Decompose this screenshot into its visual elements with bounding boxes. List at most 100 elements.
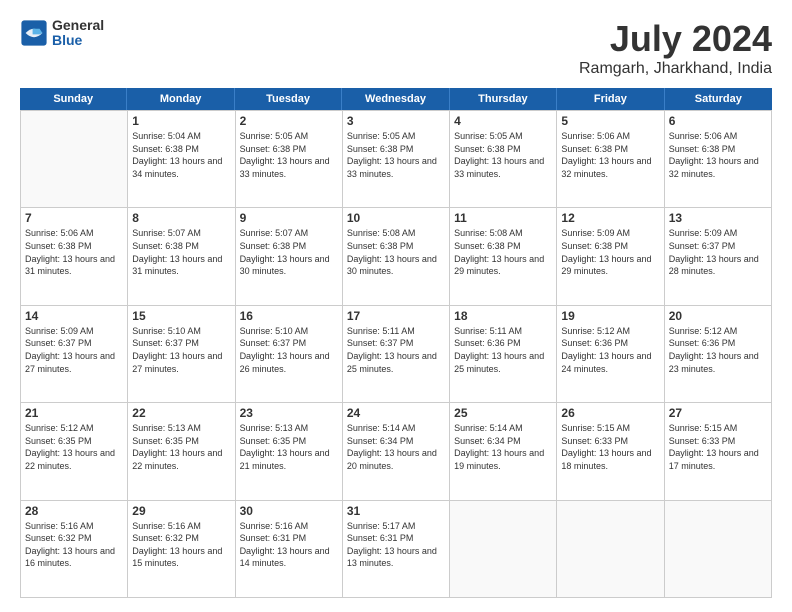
logo-icon [20,19,48,47]
cell-day-number: 14 [25,309,123,323]
cal-cell [450,501,557,598]
cell-info: Sunrise: 5:05 AMSunset: 6:38 PMDaylight:… [347,130,445,180]
cell-info: Sunrise: 5:08 AMSunset: 6:38 PMDaylight:… [454,227,552,277]
cell-info: Sunrise: 5:05 AMSunset: 6:38 PMDaylight:… [454,130,552,180]
logo-text: General Blue [52,18,104,49]
cell-day-number: 1 [132,114,230,128]
cell-day-number: 7 [25,211,123,225]
calendar-body: 1Sunrise: 5:04 AMSunset: 6:38 PMDaylight… [20,110,772,598]
cell-day-number: 20 [669,309,767,323]
cell-info: Sunrise: 5:09 AMSunset: 6:38 PMDaylight:… [561,227,659,277]
cell-info: Sunrise: 5:09 AMSunset: 6:37 PMDaylight:… [669,227,767,277]
cell-info: Sunrise: 5:13 AMSunset: 6:35 PMDaylight:… [132,422,230,472]
header-day-tuesday: Tuesday [235,88,342,110]
title-month: July 2024 [579,18,772,60]
cal-cell: 25Sunrise: 5:14 AMSunset: 6:34 PMDayligh… [450,403,557,500]
cal-cell: 28 Sunrise: 5:16 AMSunset: 6:32 PMDayligh… [21,501,128,598]
cal-cell: 23Sunrise: 5:13 AMSunset: 6:35 PMDayligh… [236,403,343,500]
cal-cell [557,501,664,598]
cell-info: Sunrise: 5:07 AMSunset: 6:38 PMDaylight:… [240,227,338,277]
cell-day-number: 13 [669,211,767,225]
cell-info: Sunrise: 5:07 AMSunset: 6:38 PMDaylight:… [132,227,230,277]
header-day-monday: Monday [127,88,234,110]
cell-day-number: 29 [132,504,230,518]
cell-info: Sunrise: 5:06 AMSunset: 6:38 PMDaylight:… [25,227,123,277]
cell-day-number: 3 [347,114,445,128]
cell-info: Sunrise: 5:06 AMSunset: 6:38 PMDaylight:… [561,130,659,180]
cal-cell: 14 Sunrise: 5:09 AMSunset: 6:37 PMDayligh… [21,306,128,403]
cal-cell: 13 Sunrise: 5:09 AMSunset: 6:37 PMDayligh… [665,208,772,305]
cal-cell: 3 Sunrise: 5:05 AMSunset: 6:38 PMDaylight… [343,111,450,208]
cell-info: Sunrise: 5:14 AMSunset: 6:34 PMDaylight:… [454,422,552,472]
title-location: Ramgarh, Jharkhand, India [579,60,772,78]
cell-day-number: 19 [561,309,659,323]
cell-info: Sunrise: 5:15 AMSunset: 6:33 PMDaylight:… [561,422,659,472]
cal-cell: 2 Sunrise: 5:05 AMSunset: 6:38 PMDaylight… [236,111,343,208]
cal-cell [665,501,772,598]
cell-day-number: 16 [240,309,338,323]
cal-cell: 21Sunrise: 5:12 AMSunset: 6:35 PMDayligh… [21,403,128,500]
cal-cell: 9 Sunrise: 5:07 AMSunset: 6:38 PMDaylight… [236,208,343,305]
cell-day-number: 31 [347,504,445,518]
header-day-wednesday: Wednesday [342,88,449,110]
cal-cell: 15 Sunrise: 5:10 AMSunset: 6:37 PMDayligh… [128,306,235,403]
calendar: SundayMondayTuesdayWednesdayThursdayFrid… [20,88,772,598]
cal-cell: 17Sunrise: 5:11 AMSunset: 6:37 PMDayligh… [343,306,450,403]
cal-cell: 30Sunrise: 5:16 AMSunset: 6:31 PMDayligh… [236,501,343,598]
cal-cell: 22 Sunrise: 5:13 AMSunset: 6:35 PMDayligh… [128,403,235,500]
cell-day-number: 4 [454,114,552,128]
cell-info: Sunrise: 5:16 AMSunset: 6:32 PMDaylight:… [25,520,123,570]
cal-cell: 20 Sunrise: 5:12 AMSunset: 6:36 PMDayligh… [665,306,772,403]
cal-cell: 27Sunrise: 5:15 AMSunset: 6:33 PMDayligh… [665,403,772,500]
cell-info: Sunrise: 5:09 AMSunset: 6:37 PMDaylight:… [25,325,123,375]
cell-info: Sunrise: 5:11 AMSunset: 6:37 PMDaylight:… [347,325,445,375]
cal-cell: 24 Sunrise: 5:14 AMSunset: 6:34 PMDayligh… [343,403,450,500]
cell-info: Sunrise: 5:12 AMSunset: 6:35 PMDaylight:… [25,422,123,472]
cell-info: Sunrise: 5:14 AMSunset: 6:34 PMDaylight:… [347,422,445,472]
cal-cell: 29 Sunrise: 5:16 AMSunset: 6:32 PMDayligh… [128,501,235,598]
cell-info: Sunrise: 5:12 AMSunset: 6:36 PMDaylight:… [669,325,767,375]
logo-general: General [52,18,104,33]
cell-info: Sunrise: 5:12 AMSunset: 6:36 PMDaylight:… [561,325,659,375]
title-block: July 2024 Ramgarh, Jharkhand, India [579,18,772,78]
cell-day-number: 26 [561,406,659,420]
cal-cell: 18 Sunrise: 5:11 AMSunset: 6:36 PMDayligh… [450,306,557,403]
cal-cell: 7 Sunrise: 5:06 AMSunset: 6:38 PMDaylight… [21,208,128,305]
cell-day-number: 10 [347,211,445,225]
cell-day-number: 5 [561,114,659,128]
cal-cell: 16Sunrise: 5:10 AMSunset: 6:37 PMDayligh… [236,306,343,403]
cell-info: Sunrise: 5:15 AMSunset: 6:33 PMDaylight:… [669,422,767,472]
cal-cell: 12Sunrise: 5:09 AMSunset: 6:38 PMDayligh… [557,208,664,305]
header-day-thursday: Thursday [450,88,557,110]
cell-day-number: 9 [240,211,338,225]
logo-blue: Blue [52,33,104,48]
cell-info: Sunrise: 5:17 AMSunset: 6:31 PMDaylight:… [347,520,445,570]
cal-cell: 6 Sunrise: 5:06 AMSunset: 6:38 PMDaylight… [665,111,772,208]
cal-cell: 4 Sunrise: 5:05 AMSunset: 6:38 PMDaylight… [450,111,557,208]
cell-day-number: 6 [669,114,767,128]
cal-cell: 26 Sunrise: 5:15 AMSunset: 6:33 PMDayligh… [557,403,664,500]
cal-cell: 8Sunrise: 5:07 AMSunset: 6:38 PMDaylight… [128,208,235,305]
cal-cell: 1Sunrise: 5:04 AMSunset: 6:38 PMDaylight… [128,111,235,208]
cell-info: Sunrise: 5:11 AMSunset: 6:36 PMDaylight:… [454,325,552,375]
cell-day-number: 18 [454,309,552,323]
cal-cell [21,111,128,208]
cell-day-number: 22 [132,406,230,420]
cal-cell: 31 Sunrise: 5:17 AMSunset: 6:31 PMDayligh… [343,501,450,598]
cell-day-number: 2 [240,114,338,128]
cell-info: Sunrise: 5:16 AMSunset: 6:31 PMDaylight:… [240,520,338,570]
cell-day-number: 24 [347,406,445,420]
cell-info: Sunrise: 5:10 AMSunset: 6:37 PMDaylight:… [132,325,230,375]
cell-info: Sunrise: 5:16 AMSunset: 6:32 PMDaylight:… [132,520,230,570]
cell-info: Sunrise: 5:06 AMSunset: 6:38 PMDaylight:… [669,130,767,180]
cell-day-number: 28 [25,504,123,518]
cell-day-number: 15 [132,309,230,323]
header-day-saturday: Saturday [665,88,772,110]
cal-cell: 11 Sunrise: 5:08 AMSunset: 6:38 PMDayligh… [450,208,557,305]
cal-cell: 19 Sunrise: 5:12 AMSunset: 6:36 PMDayligh… [557,306,664,403]
cell-day-number: 11 [454,211,552,225]
logo: General Blue [20,18,104,49]
cell-info: Sunrise: 5:05 AMSunset: 6:38 PMDaylight:… [240,130,338,180]
cell-day-number: 23 [240,406,338,420]
header: General Blue July 2024 Ramgarh, Jharkhan… [20,18,772,78]
